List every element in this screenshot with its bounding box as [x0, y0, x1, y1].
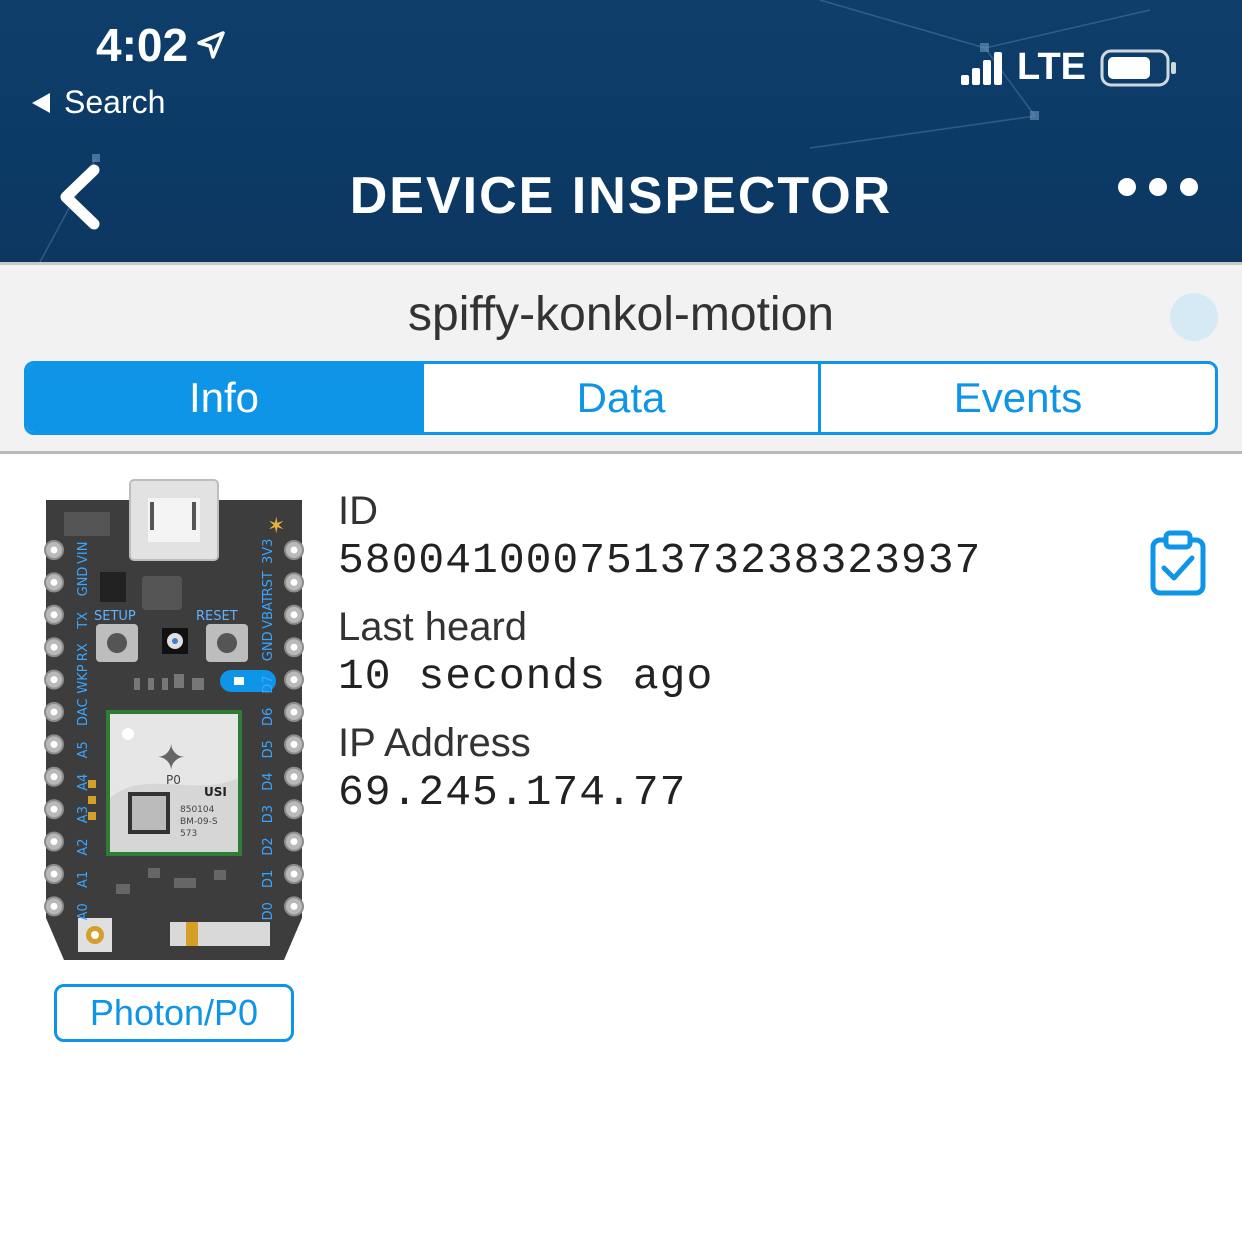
- pin-hole: [50, 611, 58, 619]
- pin-hole: [50, 578, 58, 586]
- pin-label-left: TX: [76, 612, 91, 630]
- pin-label-left: A5: [76, 741, 91, 758]
- pin-label-left: A1: [76, 871, 91, 888]
- pin-hole: [50, 805, 58, 813]
- pin-label-right: D3: [261, 805, 276, 823]
- pin-hole: [290, 708, 298, 716]
- pin-label-right: D7: [261, 675, 276, 693]
- pin-hole: [290, 546, 298, 554]
- more-options-button[interactable]: [1118, 170, 1198, 204]
- pin-hole: [290, 805, 298, 813]
- pin-hole: [50, 902, 58, 910]
- pin-hole: [290, 870, 298, 878]
- pin-label-right: D1: [261, 870, 276, 888]
- pin-hole: [290, 740, 298, 748]
- ip-value: 69.245.174.77: [338, 768, 687, 817]
- module-code-2: BM-09-S: [180, 817, 218, 827]
- module-code-3: 573: [180, 829, 197, 839]
- tab-bar: Info Data Events: [24, 361, 1218, 435]
- page-title: DEVICE INSPECTOR: [349, 167, 893, 225]
- tab-info[interactable]: Info: [27, 364, 421, 432]
- device-name: spiffy-konkol-motion: [408, 288, 834, 341]
- pin-label-left: A3: [76, 806, 91, 823]
- device-status-indicator: [1170, 293, 1218, 341]
- pin-label-right: D2: [261, 837, 276, 855]
- more-dot: [1118, 178, 1136, 196]
- platform-badge: Photon/P0: [54, 984, 294, 1042]
- battery-icon: [1100, 49, 1176, 86]
- pin-hole: [290, 773, 298, 781]
- spark-logo: ✶: [267, 514, 285, 539]
- pin-label-left: RX: [76, 643, 91, 661]
- pin-label-left: VIN: [76, 542, 91, 564]
- pin-label-right: D0: [261, 902, 276, 920]
- clipboard-check-icon[interactable]: [1150, 530, 1206, 596]
- pin-label-right: D5: [261, 740, 276, 758]
- pin-label-left: DAC: [76, 698, 91, 726]
- pin-hole: [50, 740, 58, 748]
- pin-hole: [290, 611, 298, 619]
- pin-hole: [290, 902, 298, 910]
- back-triangle-icon: [32, 92, 50, 113]
- pin-label-right: RST: [261, 571, 276, 596]
- pin-label-left: WKP: [76, 664, 91, 693]
- setup-button-label: SETUP: [94, 609, 136, 624]
- more-dot: [1180, 178, 1198, 196]
- tab-data[interactable]: Data: [421, 364, 818, 432]
- pin-label-right: D4: [261, 773, 276, 791]
- back-to-app-button[interactable]: Search: [30, 84, 165, 121]
- pin-hole: [290, 838, 298, 846]
- pin-hole: [50, 708, 58, 716]
- last-heard-label: Last heard: [338, 605, 528, 649]
- cellular-signal-icon: [961, 51, 1003, 85]
- module-code-1: 850104: [180, 805, 215, 815]
- back-app-label: Search: [64, 84, 166, 120]
- photon-board-image: ✶ SETUP RESET ✦ P0 USI 850104 BM-09-S 57…: [44, 479, 304, 960]
- pin-label-left: A2: [76, 838, 91, 855]
- last-heard-value: 10 seconds ago: [338, 652, 714, 701]
- pin-label-left: A0: [76, 903, 91, 920]
- id-value: 580041000751373238323937: [338, 536, 982, 585]
- status-time: 4:02: [96, 18, 226, 72]
- pin-label-right: VBAT: [261, 595, 276, 629]
- pin-hole: [50, 546, 58, 554]
- pin-label-right: D6: [261, 708, 276, 726]
- module-label: P0: [166, 773, 181, 787]
- network-type: LTE: [1017, 46, 1086, 88]
- module-brand: USI: [204, 785, 227, 799]
- pin-hole: [50, 870, 58, 878]
- reset-button-label: RESET: [196, 609, 238, 624]
- pin-label-right: 3V3: [261, 539, 276, 564]
- time-text: 4:02: [96, 19, 189, 71]
- pin-label-right: GND: [261, 631, 276, 661]
- pin-hole: [290, 578, 298, 586]
- location-arrow-icon: [197, 31, 225, 59]
- pin-label-left: GND: [76, 567, 91, 597]
- app-header: 4:02 Search LTE DEVICE INSPECTOR: [0, 0, 1242, 262]
- pin-hole: [50, 773, 58, 781]
- pin-hole: [50, 838, 58, 846]
- id-label: ID: [338, 489, 378, 533]
- device-info-panel: ID 580041000751373238323937 Last heard 1…: [338, 488, 981, 836]
- pin-hole: [290, 676, 298, 684]
- device-bar: spiffy-konkol-motion Info Data Events: [0, 262, 1242, 454]
- pin-label-left: A4: [76, 774, 91, 791]
- more-dot: [1149, 178, 1167, 196]
- pin-hole: [50, 676, 58, 684]
- status-indicators: LTE: [961, 46, 1178, 89]
- tab-events[interactable]: Events: [818, 364, 1215, 432]
- ip-label: IP Address: [338, 721, 531, 765]
- pin-hole: [290, 643, 298, 651]
- pin-hole: [50, 643, 58, 651]
